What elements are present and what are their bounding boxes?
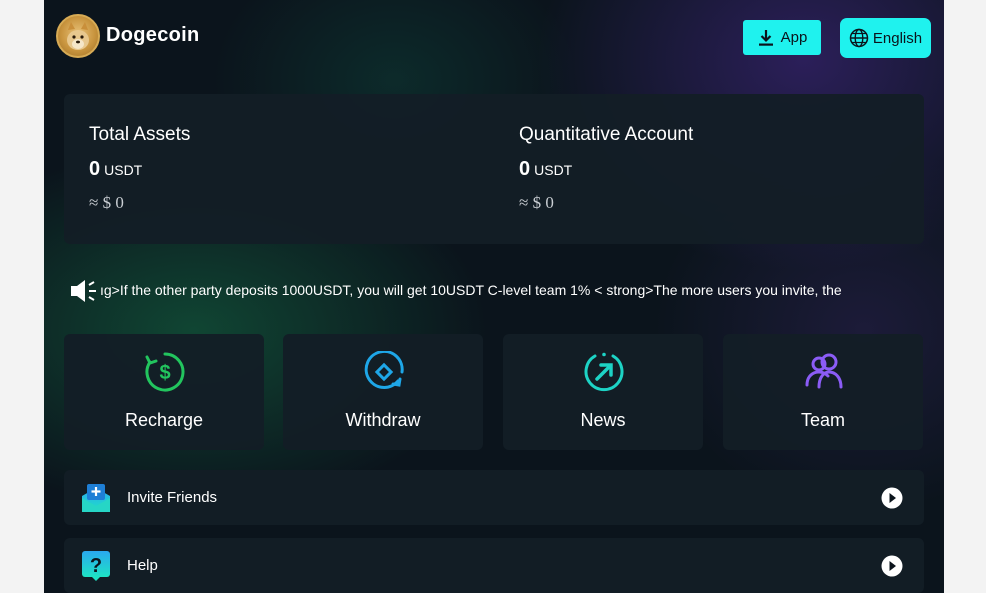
total-assets-amount: 0: [89, 158, 101, 180]
team-label: Team: [800, 410, 845, 430]
total-assets: Total Assets 0 USDT ≈ $ 0: [89, 124, 190, 213]
help-row[interactable]: ? Help: [64, 538, 924, 593]
app-screen: Dogecoin App English Total Assets 0 USDT …: [44, 0, 944, 593]
quant-account-usd: ≈ $ 0: [519, 193, 554, 212]
chevron-right-icon: [881, 555, 903, 577]
invite-friends-label: Invite Friends: [127, 489, 218, 506]
svg-text:?: ?: [90, 555, 102, 577]
total-assets-value: 0 USDT: [89, 158, 190, 181]
quick-actions: $ Recharge Withdraw News Team: [64, 334, 924, 450]
recharge-icon: $: [145, 352, 185, 392]
withdraw-tile[interactable]: Withdraw: [283, 334, 483, 450]
dogecoin-logo: [56, 14, 100, 58]
help-icon: ?: [82, 551, 110, 581]
withdraw-icon: [364, 351, 404, 389]
quant-account-title: Quantitative Account: [519, 124, 694, 145]
language-label: English: [872, 29, 923, 47]
recharge-label: Recharge: [124, 410, 204, 430]
total-assets-title: Total Assets: [89, 124, 191, 145]
total-assets-unit: USDT: [104, 162, 143, 178]
invite-friends-row[interactable]: Invite Friends: [64, 470, 924, 525]
notice-marquee: ıg>If the other party deposits 1000USDT,…: [70, 276, 886, 306]
recharge-tile[interactable]: $ Recharge: [64, 334, 264, 450]
svg-text:$: $: [159, 362, 170, 384]
download-app-button[interactable]: App: [743, 20, 821, 55]
language-button[interactable]: English: [840, 18, 931, 58]
invite-icon: [82, 484, 110, 512]
news-tile[interactable]: News: [503, 334, 703, 450]
quantitative-account: Quantitative Account 0 USDT ≈ $ 0: [519, 124, 693, 213]
brand-name: Dogecoin: [106, 24, 200, 46]
news-label: News: [580, 410, 626, 430]
quant-account-value: 0 USDT: [519, 158, 693, 181]
speaker-icon: [71, 280, 96, 302]
help-label: Help: [127, 557, 158, 574]
globe-icon: [849, 28, 869, 48]
quant-account-amount: 0: [519, 158, 531, 180]
app-button-label: App: [780, 29, 808, 46]
total-assets-usd: ≈ $ 0: [89, 193, 124, 212]
notice-text: ıg>If the other party deposits 1000USDT,…: [100, 282, 842, 298]
chevron-right-icon: [881, 487, 903, 509]
team-tile[interactable]: Team: [723, 334, 923, 450]
quant-account-unit: USDT: [534, 162, 573, 178]
news-icon: [584, 352, 624, 392]
withdraw-label: Withdraw: [345, 410, 421, 430]
assets-card: Total Assets 0 USDT ≈ $ 0 Quantitative Ac…: [64, 94, 924, 244]
team-icon: [805, 353, 843, 389]
header: Dogecoin App English: [44, 0, 944, 80]
download-icon: [758, 29, 773, 46]
